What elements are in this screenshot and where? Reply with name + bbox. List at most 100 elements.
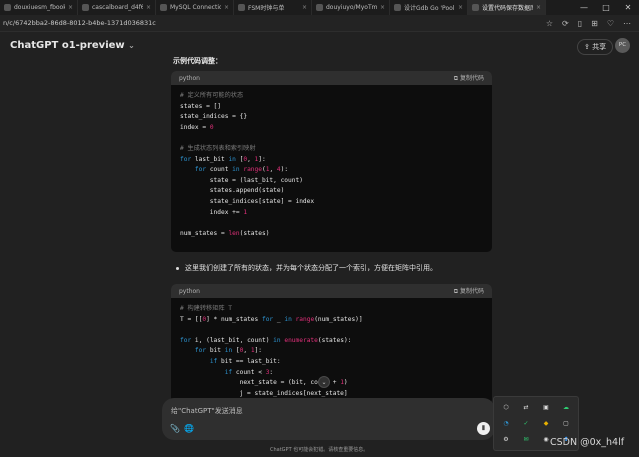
copy-code-button[interactable]: ⧉ 复制代码 bbox=[454, 286, 484, 296]
copy-code-button[interactable]: ⧉ 复制代码 bbox=[454, 73, 484, 83]
code-line: if bit == last_bit: bbox=[180, 357, 483, 368]
browser-tab[interactable]: cascalboard_d4f62ab5× bbox=[78, 0, 156, 15]
close-tab-icon[interactable]: × bbox=[146, 4, 151, 11]
code-line: # 定义所有可能的状态 bbox=[180, 91, 483, 102]
tab-label: douxiuesm_fbook.//a bbox=[14, 4, 65, 11]
tab-favicon-icon bbox=[472, 4, 479, 11]
browser-toolbar: ☆ ⟳ ▯ ⊞ ♡ ⋯ bbox=[546, 19, 639, 28]
code-token: in bbox=[228, 155, 236, 163]
code-header: python ⧉ 复制代码 bbox=[171, 71, 492, 85]
watermark: CSDN @0x_h4lf bbox=[550, 437, 625, 448]
scroll-down-button[interactable]: ⌄ bbox=[318, 376, 330, 388]
code-line: state = (last_bit, count) bbox=[180, 176, 483, 187]
tray-app-icon[interactable]: ▢ bbox=[556, 415, 576, 431]
tray-app-icon[interactable]: ⇄ bbox=[516, 399, 536, 415]
code-line: states.append(state) bbox=[180, 186, 483, 197]
tray-app-icon[interactable]: ✉ bbox=[516, 432, 536, 448]
tab-favicon-icon bbox=[394, 4, 401, 11]
tab-label: 设计Gdb Go 'Pool bbox=[404, 5, 455, 12]
code-token: for bbox=[180, 336, 192, 344]
bullet-dot bbox=[176, 266, 179, 270]
browser-tab[interactable]: douxiuesm_fbook.//a× bbox=[0, 0, 78, 15]
code-line: index = 0 bbox=[180, 123, 483, 134]
url-field[interactable]: n/c/6742bba2-86d8-8012-b4be-1371d036831c bbox=[0, 19, 546, 27]
close-window-button[interactable]: ✕ bbox=[617, 0, 639, 15]
code-line: for count in range(1, 4): bbox=[180, 165, 483, 176]
tab-label: FSM时钟与单 bbox=[248, 5, 285, 12]
close-tab-icon[interactable]: × bbox=[458, 4, 463, 11]
code-token: state = (last_bit, count) bbox=[180, 176, 303, 184]
tab-favicon-icon bbox=[160, 4, 167, 11]
code-body: # 定义所有可能的状态 states = [] state_indices = {}… bbox=[171, 85, 492, 245]
tab-label: MySQL Connection, fi bbox=[170, 4, 221, 11]
browser-tab[interactable]: MySQL Connection, fi× bbox=[156, 0, 234, 15]
code-token: states = [] bbox=[180, 102, 221, 110]
attach-icon[interactable]: 📎 bbox=[170, 424, 180, 433]
code-token: ) bbox=[343, 379, 348, 387]
browser-tab[interactable]: douyiuyo/MyoTmol× bbox=[312, 0, 390, 15]
code-token: range bbox=[243, 166, 262, 174]
code-token: for bbox=[194, 347, 207, 355]
tray-app-icon[interactable]: ⚙ bbox=[496, 432, 516, 448]
browser-tab[interactable]: FSM时钟与单 × bbox=[234, 0, 312, 15]
code-token: T = [[ bbox=[180, 315, 203, 323]
copy-code-label: 复制代码 bbox=[459, 288, 484, 295]
collections-icon[interactable]: ⊞ bbox=[591, 19, 598, 28]
tab-label: 设置代码保存数据库 bbox=[482, 5, 533, 12]
avatar[interactable]: PC bbox=[615, 38, 630, 53]
tray-app-icon[interactable]: ✓ bbox=[516, 415, 536, 431]
chevron-down-icon: ⌄ bbox=[128, 41, 135, 50]
code-token: len bbox=[228, 229, 240, 237]
code-token: for bbox=[194, 166, 207, 174]
code-line: for bit in [0, 1]: bbox=[180, 346, 483, 357]
tray-app-icon[interactable]: ◔ bbox=[496, 415, 516, 431]
favorite-icon[interactable]: ☆ bbox=[546, 19, 553, 28]
code-token: ]: bbox=[258, 155, 266, 163]
window-controls: — □ ✕ bbox=[573, 0, 639, 15]
refresh-icon[interactable]: ⟳ bbox=[562, 19, 569, 28]
address-bar: n/c/6742bba2-86d8-8012-b4be-1371d036831c… bbox=[0, 15, 639, 32]
code-header: python ⧉ 复制代码 bbox=[171, 284, 492, 298]
code-token: index = bbox=[180, 123, 210, 131]
tab-favicon-icon bbox=[316, 4, 323, 11]
message-input[interactable]: 给"ChatGPT"发送消息 bbox=[171, 406, 243, 416]
code-token: for bbox=[261, 315, 274, 323]
code-line: for last_bit in [0, 1]: bbox=[180, 155, 483, 166]
heart-icon[interactable]: ♡ bbox=[607, 19, 614, 28]
close-tab-icon[interactable]: × bbox=[68, 4, 73, 11]
list-item: 这里我们创建了所有的状态，并为每个状态分配了一个索引，方便在矩阵中引用。 bbox=[176, 263, 437, 273]
minimize-button[interactable]: — bbox=[573, 0, 595, 15]
code-block: python ⧉ 复制代码 # 构建转移矩阵 T T = [[0] * num_s… bbox=[171, 284, 492, 404]
code-token: # 构建转移矩阵 T bbox=[180, 305, 233, 312]
code-token: ): bbox=[280, 166, 289, 174]
browser-tab[interactable]: 设计Gdb Go 'Pool × bbox=[390, 0, 468, 15]
tray-app-icon[interactable]: ☁ bbox=[556, 399, 576, 415]
sidebar-icon[interactable]: ▯ bbox=[578, 19, 582, 28]
code-token: state_indices[state] = index bbox=[180, 197, 315, 205]
close-tab-icon[interactable]: × bbox=[380, 4, 385, 11]
tray-app-icon[interactable]: ◆ bbox=[536, 415, 556, 431]
globe-icon[interactable]: 🌐 bbox=[184, 424, 194, 433]
code-token: enumerate bbox=[284, 336, 318, 344]
message-composer: 给"ChatGPT"发送消息 📎 🌐 ⦀ bbox=[162, 398, 495, 440]
close-tab-icon[interactable]: × bbox=[536, 4, 541, 11]
tray-app-icon[interactable]: ⬡ bbox=[496, 399, 516, 415]
share-button[interactable]: ⇪ 共享 bbox=[577, 39, 614, 55]
close-tab-icon[interactable]: × bbox=[224, 4, 229, 11]
model-name: ChatGPT o1-preview bbox=[10, 40, 125, 51]
browser-tab[interactable]: 设置代码保存数据库 × bbox=[468, 0, 546, 15]
model-selector[interactable]: ChatGPT o1-preview ⌄ bbox=[10, 40, 135, 51]
code-line: states = [] bbox=[180, 102, 483, 113]
code-token: states.append(state) bbox=[180, 187, 285, 195]
more-icon[interactable]: ⋯ bbox=[623, 19, 631, 28]
tray-app-icon[interactable]: ▣ bbox=[536, 399, 556, 415]
code-token: _ bbox=[273, 315, 285, 323]
maximize-button[interactable]: □ bbox=[595, 0, 617, 15]
close-tab-icon[interactable]: × bbox=[302, 4, 307, 11]
code-token: in bbox=[273, 336, 281, 344]
browser-tab-bar: douxiuesm_fbook.//a×cascalboard_d4f62ab5… bbox=[0, 0, 639, 15]
section-title: 示例代码调整： bbox=[173, 57, 222, 65]
voice-mode-button[interactable]: ⦀ bbox=[477, 422, 490, 435]
